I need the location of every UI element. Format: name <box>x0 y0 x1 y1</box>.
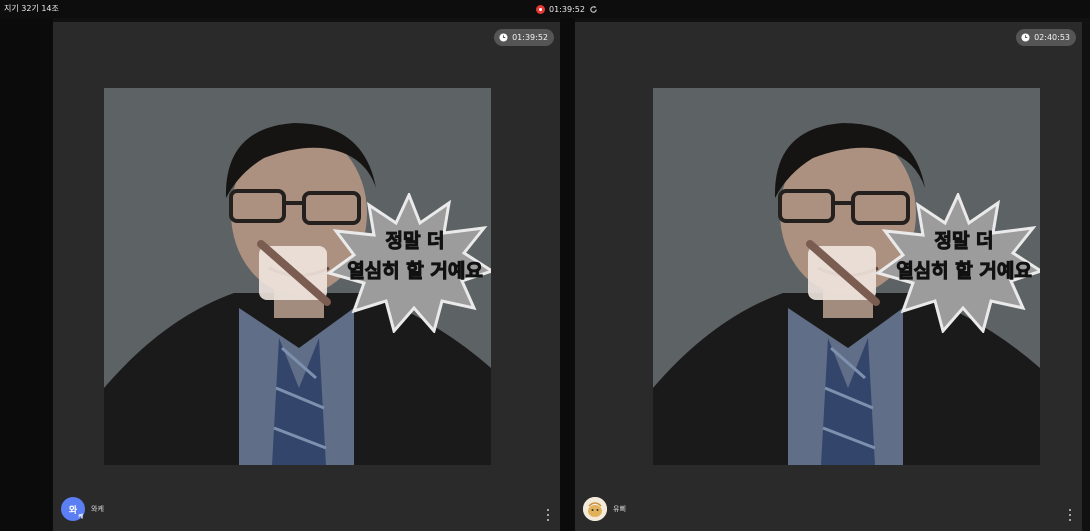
avatar[interactable] <box>583 497 607 521</box>
video-frame: 정말 더 열심히 할 거예요 <box>104 88 491 465</box>
participant-tile-2[interactable]: 02:40:53 정말 더 열심히 할 거예요 유삐 <box>575 22 1082 531</box>
caption-line-1: 정말 더 <box>385 230 445 253</box>
timer-badge: 01:39:52 <box>494 29 554 46</box>
avatar[interactable]: 와 케 <box>61 497 85 521</box>
camera-off-icon <box>257 240 331 306</box>
timer-text: 02:40:53 <box>1034 33 1070 42</box>
left-panel <box>0 18 53 531</box>
meme-caption: 정말 더 열심히 할 거예요 <box>330 226 491 286</box>
clock-icon <box>499 33 508 42</box>
avatar-image <box>583 497 607 521</box>
meme-caption: 정말 더 열심히 할 거예요 <box>879 226 1040 286</box>
timer-text: 01:39:52 <box>512 33 548 42</box>
participant-name: 유삐 <box>613 505 626 513</box>
caption-line-2: 열심히 할 거예요 <box>347 260 484 283</box>
avatar-badge: 케 <box>78 514 83 520</box>
participant-info: 와 케 와케 <box>61 497 104 521</box>
caption-line-1: 정말 더 <box>934 230 994 253</box>
more-options-icon[interactable] <box>1068 509 1072 521</box>
recording-time: 01:39:52 <box>549 4 585 14</box>
tile-divider <box>560 18 575 531</box>
video-frame: 정말 더 열심히 할 거예요 <box>653 88 1040 465</box>
caption-line-2: 열심히 할 거예요 <box>896 260 1033 283</box>
recording-status: 01:39:52 <box>536 2 598 16</box>
timer-badge: 02:40:53 <box>1016 29 1076 46</box>
refresh-icon[interactable] <box>589 5 598 14</box>
participant-tile-1[interactable]: 01:39:52 정말 더 열심히 할 거예요 와 케 와케 <box>53 22 560 531</box>
participant-name: 와케 <box>91 505 104 513</box>
room-title: 지기 32기 14조 <box>4 4 59 13</box>
record-icon <box>536 4 545 14</box>
avatar-initial: 와 <box>68 505 78 516</box>
top-bar: 지기 32기 14조 01:39:52 <box>0 0 1090 18</box>
participant-info: 유삐 <box>583 497 626 521</box>
more-options-icon[interactable] <box>546 509 550 521</box>
clock-icon <box>1021 33 1030 42</box>
camera-off-icon <box>806 240 880 306</box>
